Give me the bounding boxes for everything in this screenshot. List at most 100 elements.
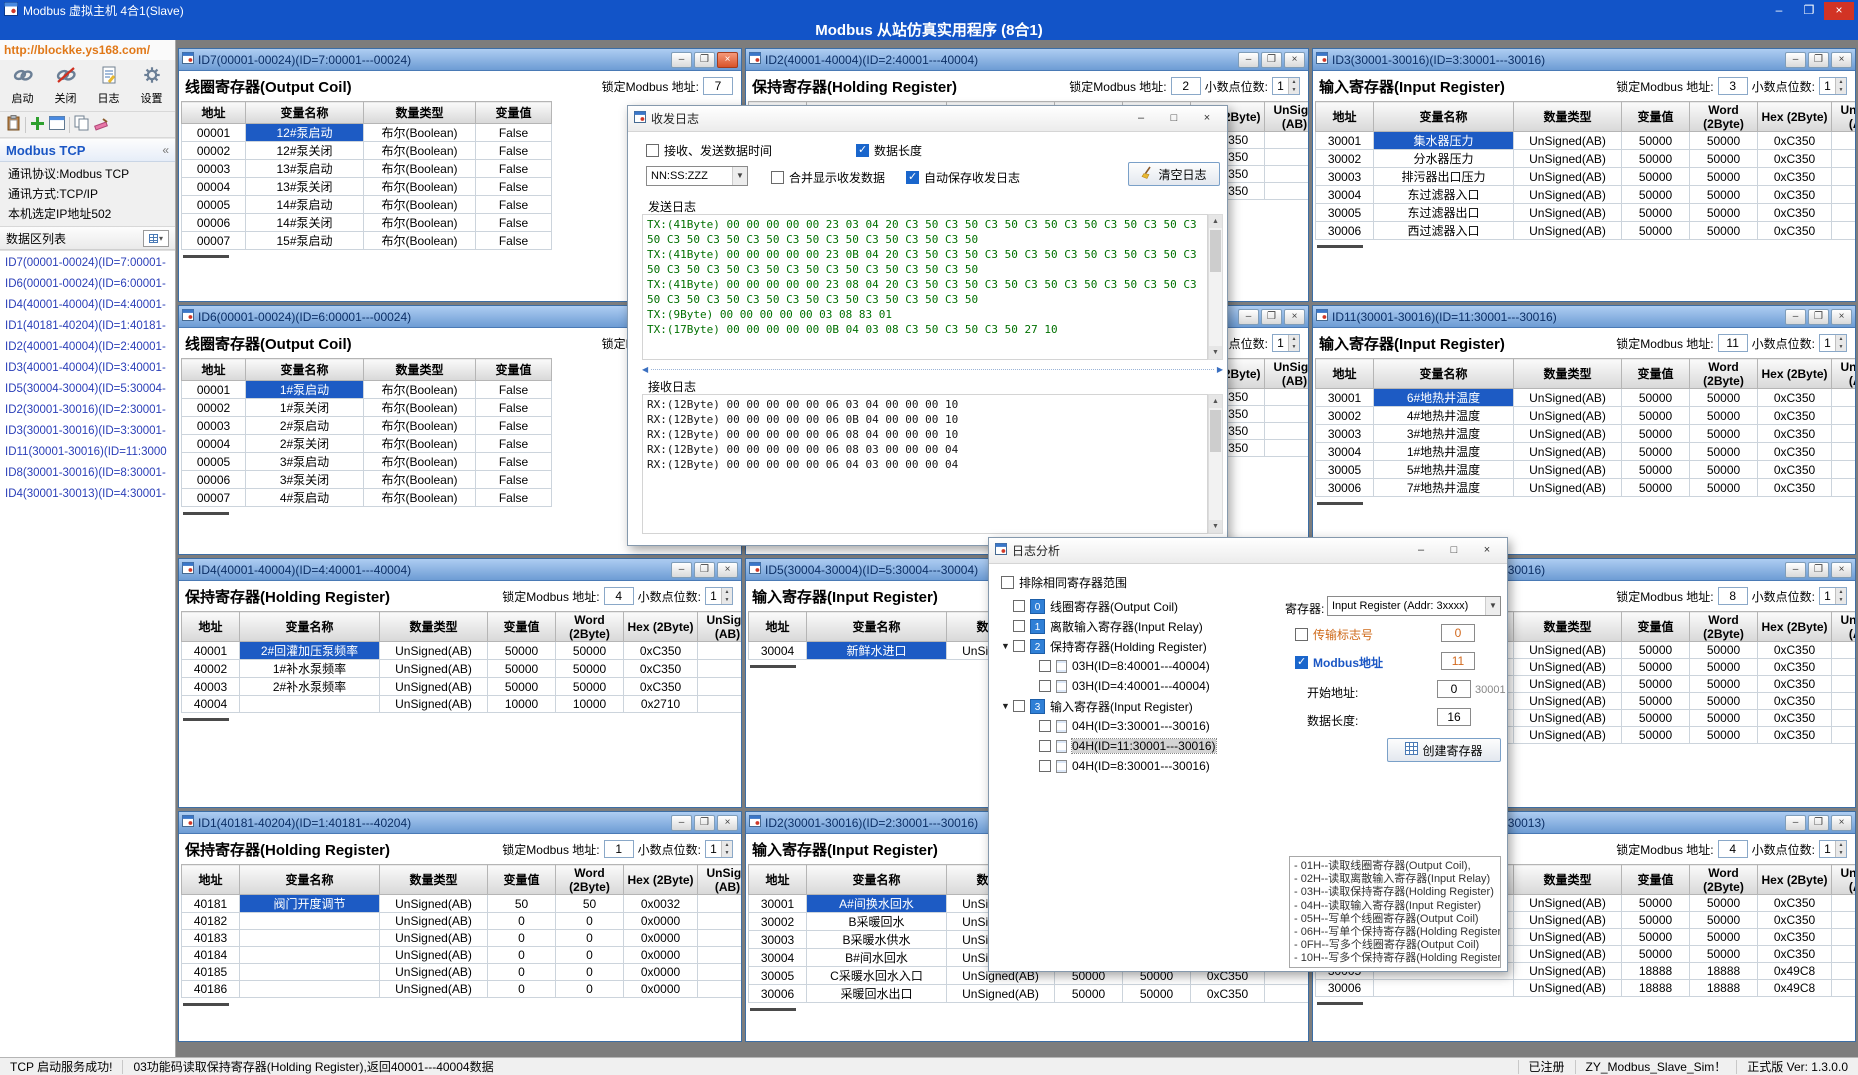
cell[interactable]: 0	[556, 981, 624, 998]
address-cell[interactable]: 40186	[182, 981, 240, 998]
minimize-button[interactable]: –	[1238, 309, 1259, 325]
register-tree[interactable]: 0线圈寄存器(Output Coil)1离散输入寄存器(Input Relay)…	[997, 596, 1279, 776]
address-cell[interactable]: 00007	[182, 232, 246, 250]
cell[interactable]: 50000	[1622, 168, 1690, 186]
close-button[interactable]: ×	[1831, 309, 1852, 325]
cell[interactable]: 1#补水泵频率	[240, 660, 380, 678]
column-header[interactable]: Word (2Byte)	[1690, 359, 1758, 389]
window-titlebar[interactable]: ID2(40001-40004)(ID=2:40001---40004) –❐×	[746, 49, 1308, 71]
cell[interactable]: 布尔(Boolean)	[364, 435, 476, 453]
column-header[interactable]: 数量类型	[380, 612, 488, 642]
cell[interactable]: 0xC350	[1758, 693, 1832, 710]
chevron-down-icon[interactable]: ▼	[732, 167, 747, 185]
address-cell[interactable]: 40182	[182, 913, 240, 930]
cell[interactable]: 1#泵启动	[246, 381, 364, 399]
cell[interactable]: 50000	[1622, 946, 1690, 963]
cell[interactable]	[1265, 166, 1309, 183]
address-cell[interactable]: 40185	[182, 964, 240, 981]
cell[interactable]	[698, 964, 742, 981]
cell[interactable]	[1832, 204, 1856, 222]
column-header[interactable]: 变量值	[488, 612, 556, 642]
column-header[interactable]: Word (2Byte)	[556, 865, 624, 895]
checkbox-icon[interactable]	[646, 144, 659, 157]
cell[interactable]: 2#泵关闭	[246, 435, 364, 453]
h-scrollbar-thumb[interactable]	[1317, 502, 1363, 505]
cell[interactable]: 50000	[1622, 710, 1690, 727]
tx-scrollbar[interactable]: ▲▼	[1208, 214, 1223, 360]
address-cell[interactable]: 30006	[1316, 980, 1374, 997]
cell[interactable]: 50000	[1690, 204, 1758, 222]
cell[interactable]: 6#地热井温度	[1374, 389, 1514, 407]
address-cell[interactable]: 00001	[182, 124, 246, 142]
cell[interactable]: UnSigned(AB)	[380, 964, 488, 981]
cell[interactable]: 0	[556, 913, 624, 930]
column-header[interactable]: 变量值	[476, 359, 552, 381]
address-cell[interactable]: 00006	[182, 214, 246, 232]
cell[interactable]: False	[476, 214, 552, 232]
cell[interactable]: 50000	[1622, 425, 1690, 443]
address-cell[interactable]: 30001	[749, 895, 807, 913]
splitter-right-icon[interactable]: ▶	[1217, 365, 1223, 374]
cell[interactable]: 东过滤器出口	[1374, 204, 1514, 222]
rx-scrollbar[interactable]: ▲▼	[1208, 394, 1223, 534]
data-area-list[interactable]: ID7(00001-00024)(ID=7:00001-ID6(00001-00…	[0, 250, 175, 1057]
dialog-titlebar[interactable]: 日志分析 – □ ×	[989, 538, 1507, 564]
close-button[interactable]: ×	[717, 52, 738, 68]
cell[interactable]	[1832, 132, 1856, 150]
modbus-address-checkbox[interactable]: Modbus地址	[1295, 654, 1383, 671]
cell[interactable]: 50000	[1622, 443, 1690, 461]
cell[interactable]: UnSigned(AB)	[1514, 150, 1622, 168]
cell[interactable]: False	[476, 489, 552, 507]
time-format-combo[interactable]: NN:SS:ZZZ▼	[646, 166, 748, 186]
modbus-address-value[interactable]: 1	[604, 840, 634, 858]
cell[interactable]: 15#泵启动	[246, 232, 364, 250]
modbus-address-value[interactable]: 8	[1718, 587, 1748, 605]
cell[interactable]: UnSigned(AB)	[1514, 963, 1622, 980]
cell[interactable]	[1832, 186, 1856, 204]
address-cell[interactable]: 00005	[182, 196, 246, 214]
cell[interactable]	[1832, 389, 1856, 407]
data-area-item[interactable]: ID4(30001-30013)(ID=4:30001-	[0, 484, 175, 505]
cell[interactable]	[1265, 389, 1309, 406]
start-button[interactable]: 启动	[2, 63, 43, 109]
cell[interactable]	[1832, 895, 1856, 912]
close-button[interactable]: ×	[717, 562, 738, 578]
data-area-item[interactable]: ID2(40001-40004)(ID=2:40001-	[0, 337, 175, 358]
collapse-chevron-icon[interactable]: «	[162, 143, 169, 157]
cell[interactable]: 0xC350	[1758, 443, 1832, 461]
column-header[interactable]: 变量名称	[240, 612, 380, 642]
data-area-item[interactable]: ID3(40001-40004)(ID=3:40001-	[0, 358, 175, 379]
tree-leaf[interactable]: 04H(ID=3:30001---30016)	[997, 716, 1279, 736]
cell[interactable]: 布尔(Boolean)	[364, 160, 476, 178]
cell[interactable]: 布尔(Boolean)	[364, 399, 476, 417]
column-header[interactable]: 数量类型	[1514, 612, 1622, 642]
cell[interactable]: 50000	[1690, 676, 1758, 693]
cell[interactable]: 5#地热井温度	[1374, 461, 1514, 479]
cell[interactable]: 50000	[1690, 946, 1758, 963]
settings-button[interactable]: 设置	[131, 63, 172, 109]
column-header[interactable]: 变量值	[1622, 102, 1690, 132]
cell[interactable]: 0xC350	[624, 642, 698, 660]
checkbox-icon[interactable]	[1013, 700, 1025, 712]
cell[interactable]	[1265, 423, 1309, 440]
cell[interactable]: 布尔(Boolean)	[364, 178, 476, 196]
checkbox-icon[interactable]	[906, 171, 919, 184]
cell[interactable]: False	[476, 142, 552, 160]
minimize-button[interactable]: –	[671, 52, 692, 68]
stop-button[interactable]: 关闭	[45, 63, 86, 109]
cell[interactable]: 西过滤器入口	[1374, 222, 1514, 240]
data-length-checkbox[interactable]: 数据长度	[856, 142, 922, 159]
maximize-button[interactable]: ❐	[1794, 2, 1824, 20]
column-header[interactable]: UnSign (AB)	[1832, 359, 1856, 389]
h-scrollbar-thumb[interactable]	[750, 665, 796, 668]
window-titlebar[interactable]: ID3(30001-30016)(ID=3:30001---30016) –❐×	[1313, 49, 1855, 71]
decimals-spinner[interactable]: 1▲▼	[1819, 77, 1847, 95]
cell[interactable]: False	[476, 399, 552, 417]
h-scrollbar-thumb[interactable]	[183, 718, 229, 721]
cell[interactable]: UnSigned(AB)	[380, 660, 488, 678]
cell[interactable]: 排污器出口压力	[1374, 168, 1514, 186]
column-header[interactable]: 变量值	[488, 865, 556, 895]
column-header[interactable]: 变量名称	[246, 102, 364, 124]
restore-button[interactable]: ❐	[694, 52, 715, 68]
column-header[interactable]: Word (2Byte)	[1690, 102, 1758, 132]
